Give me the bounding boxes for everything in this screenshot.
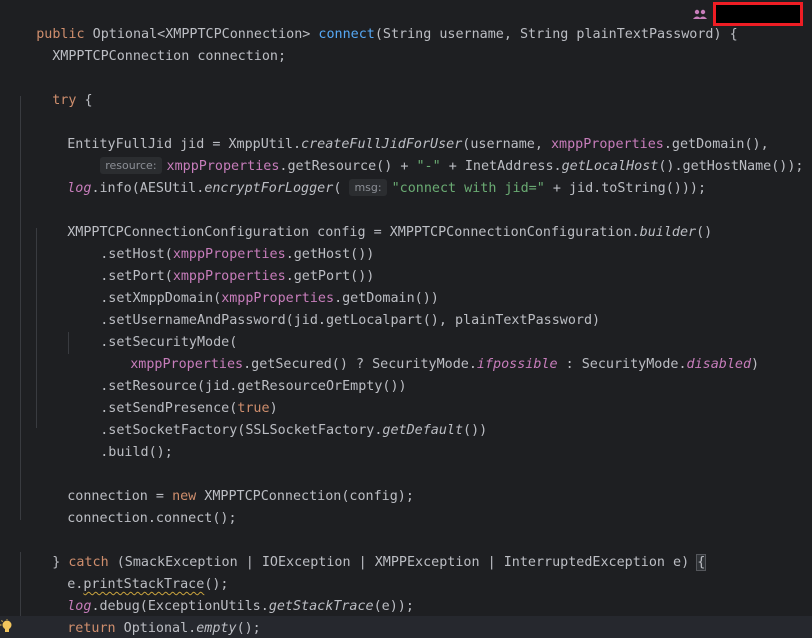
code-line-4[interactable]: EntityFullJid jid = XmppUtil.createFullJ…: [35, 112, 768, 152]
code-line-15[interactable]: .setSendPresence(true): [68, 376, 277, 416]
code-text: ): [751, 357, 760, 372]
code-line-8[interactable]: .setHost(xmppProperties.getHost()): [68, 222, 374, 262]
code-line-22[interactable]: log.debug(ExceptionUtils.getStackTrace(e…: [35, 574, 414, 614]
code-line-18[interactable]: connection = new XMPPTCPConnection(confi…: [35, 464, 414, 504]
code-line-6[interactable]: log.info(AESUtil.encryptForLogger( msg: "…: [35, 156, 706, 196]
code-text: : SecurityMode.: [557, 357, 687, 372]
code-line-10[interactable]: .setXmppDomain(xmppProperties.getDomain(…: [68, 266, 439, 306]
method-name: getStackTrace: [268, 599, 374, 614]
method-name: empty: [196, 621, 237, 636]
string-literal: "connect with jid=": [391, 181, 545, 196]
lightbulb-icon[interactable]: [0, 619, 14, 635]
matching-brace: {: [696, 554, 707, 571]
code-line-16[interactable]: .setSocketFactory(SSLSocketFactory.getDe…: [68, 398, 487, 438]
keyword: return: [67, 621, 116, 636]
enum-constant: ifpossible: [476, 357, 558, 372]
field-name: log: [67, 181, 92, 196]
code-text: (e));: [373, 599, 414, 614]
code-line-21[interactable]: e.printStackTrace();: [35, 552, 228, 592]
code-line-14[interactable]: .setResource(jid.getResourceOrEmpty()): [68, 354, 406, 394]
code-text: Optional.: [115, 621, 197, 636]
keyword: try: [52, 93, 77, 108]
code-editor[interactable]: public Optional<XMPPTCPConnection> conne…: [0, 0, 812, 638]
method-name: builder: [639, 225, 697, 240]
code-text: (): [696, 225, 713, 240]
code-line-3[interactable]: try {: [20, 68, 92, 108]
indent-guide: [20, 96, 21, 520]
code-line-23[interactable]: return Optional.empty();: [35, 596, 261, 636]
code-text: ();: [236, 621, 261, 636]
enum-constant: disabled: [686, 357, 752, 372]
code-text: .info(AESUtil.: [91, 181, 205, 196]
code-line-7[interactable]: XMPPTCPConnectionConfiguration config = …: [35, 200, 712, 240]
code-text: connection.connect();: [67, 511, 237, 526]
method-name: encryptForLogger: [204, 181, 334, 196]
method-name: getDefault: [382, 423, 464, 438]
code-text: (: [333, 181, 350, 196]
code-line-12[interactable]: .setSecurityMode(: [68, 310, 237, 350]
code-line-1[interactable]: public Optional<XMPPTCPConnection> conne…: [4, 2, 737, 42]
code-text: + jid.toString()));: [544, 181, 707, 196]
code-line-17[interactable]: .build();: [68, 420, 173, 460]
code-line-19[interactable]: connection.connect();: [35, 486, 236, 526]
code-line-5[interactable]: resource: xmppProperties.getResource() + …: [68, 134, 803, 174]
code-text: ()): [463, 423, 488, 438]
redaction-box: [713, 2, 803, 26]
code-line-2[interactable]: XMPPTCPConnection connection;: [20, 24, 286, 64]
code-line-9[interactable]: .setPort(xmppProperties.getPort()): [68, 244, 374, 284]
code-line-13[interactable]: xmppProperties.getSecured() ? SecurityMo…: [98, 332, 759, 372]
code-text: XMPPTCPConnection connection;: [52, 49, 287, 64]
code-text: {: [76, 93, 93, 108]
people-icon[interactable]: [693, 9, 707, 19]
code-line-24[interactable]: }: [20, 616, 60, 638]
code-text: (String username, String plainTextPasswo…: [374, 27, 738, 42]
method-name: connect: [318, 27, 375, 42]
code-line-11[interactable]: .setUsernameAndPassword(jid.getLocalpart…: [68, 288, 600, 328]
code-line-20[interactable]: } catch (SmackException | IOException | …: [20, 530, 707, 571]
parameter-hint: msg:: [349, 179, 387, 196]
code-text: .build();: [100, 445, 173, 460]
